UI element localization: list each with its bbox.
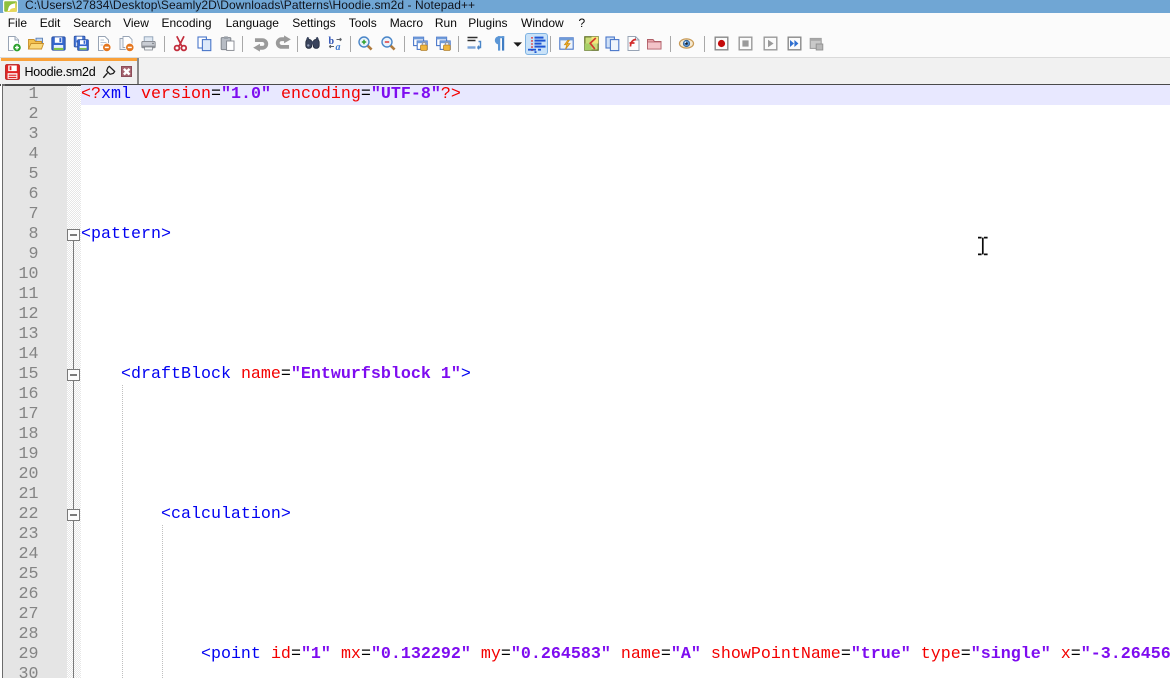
svg-text:b: b [328, 36, 334, 47]
svg-text:a: a [335, 42, 340, 52]
